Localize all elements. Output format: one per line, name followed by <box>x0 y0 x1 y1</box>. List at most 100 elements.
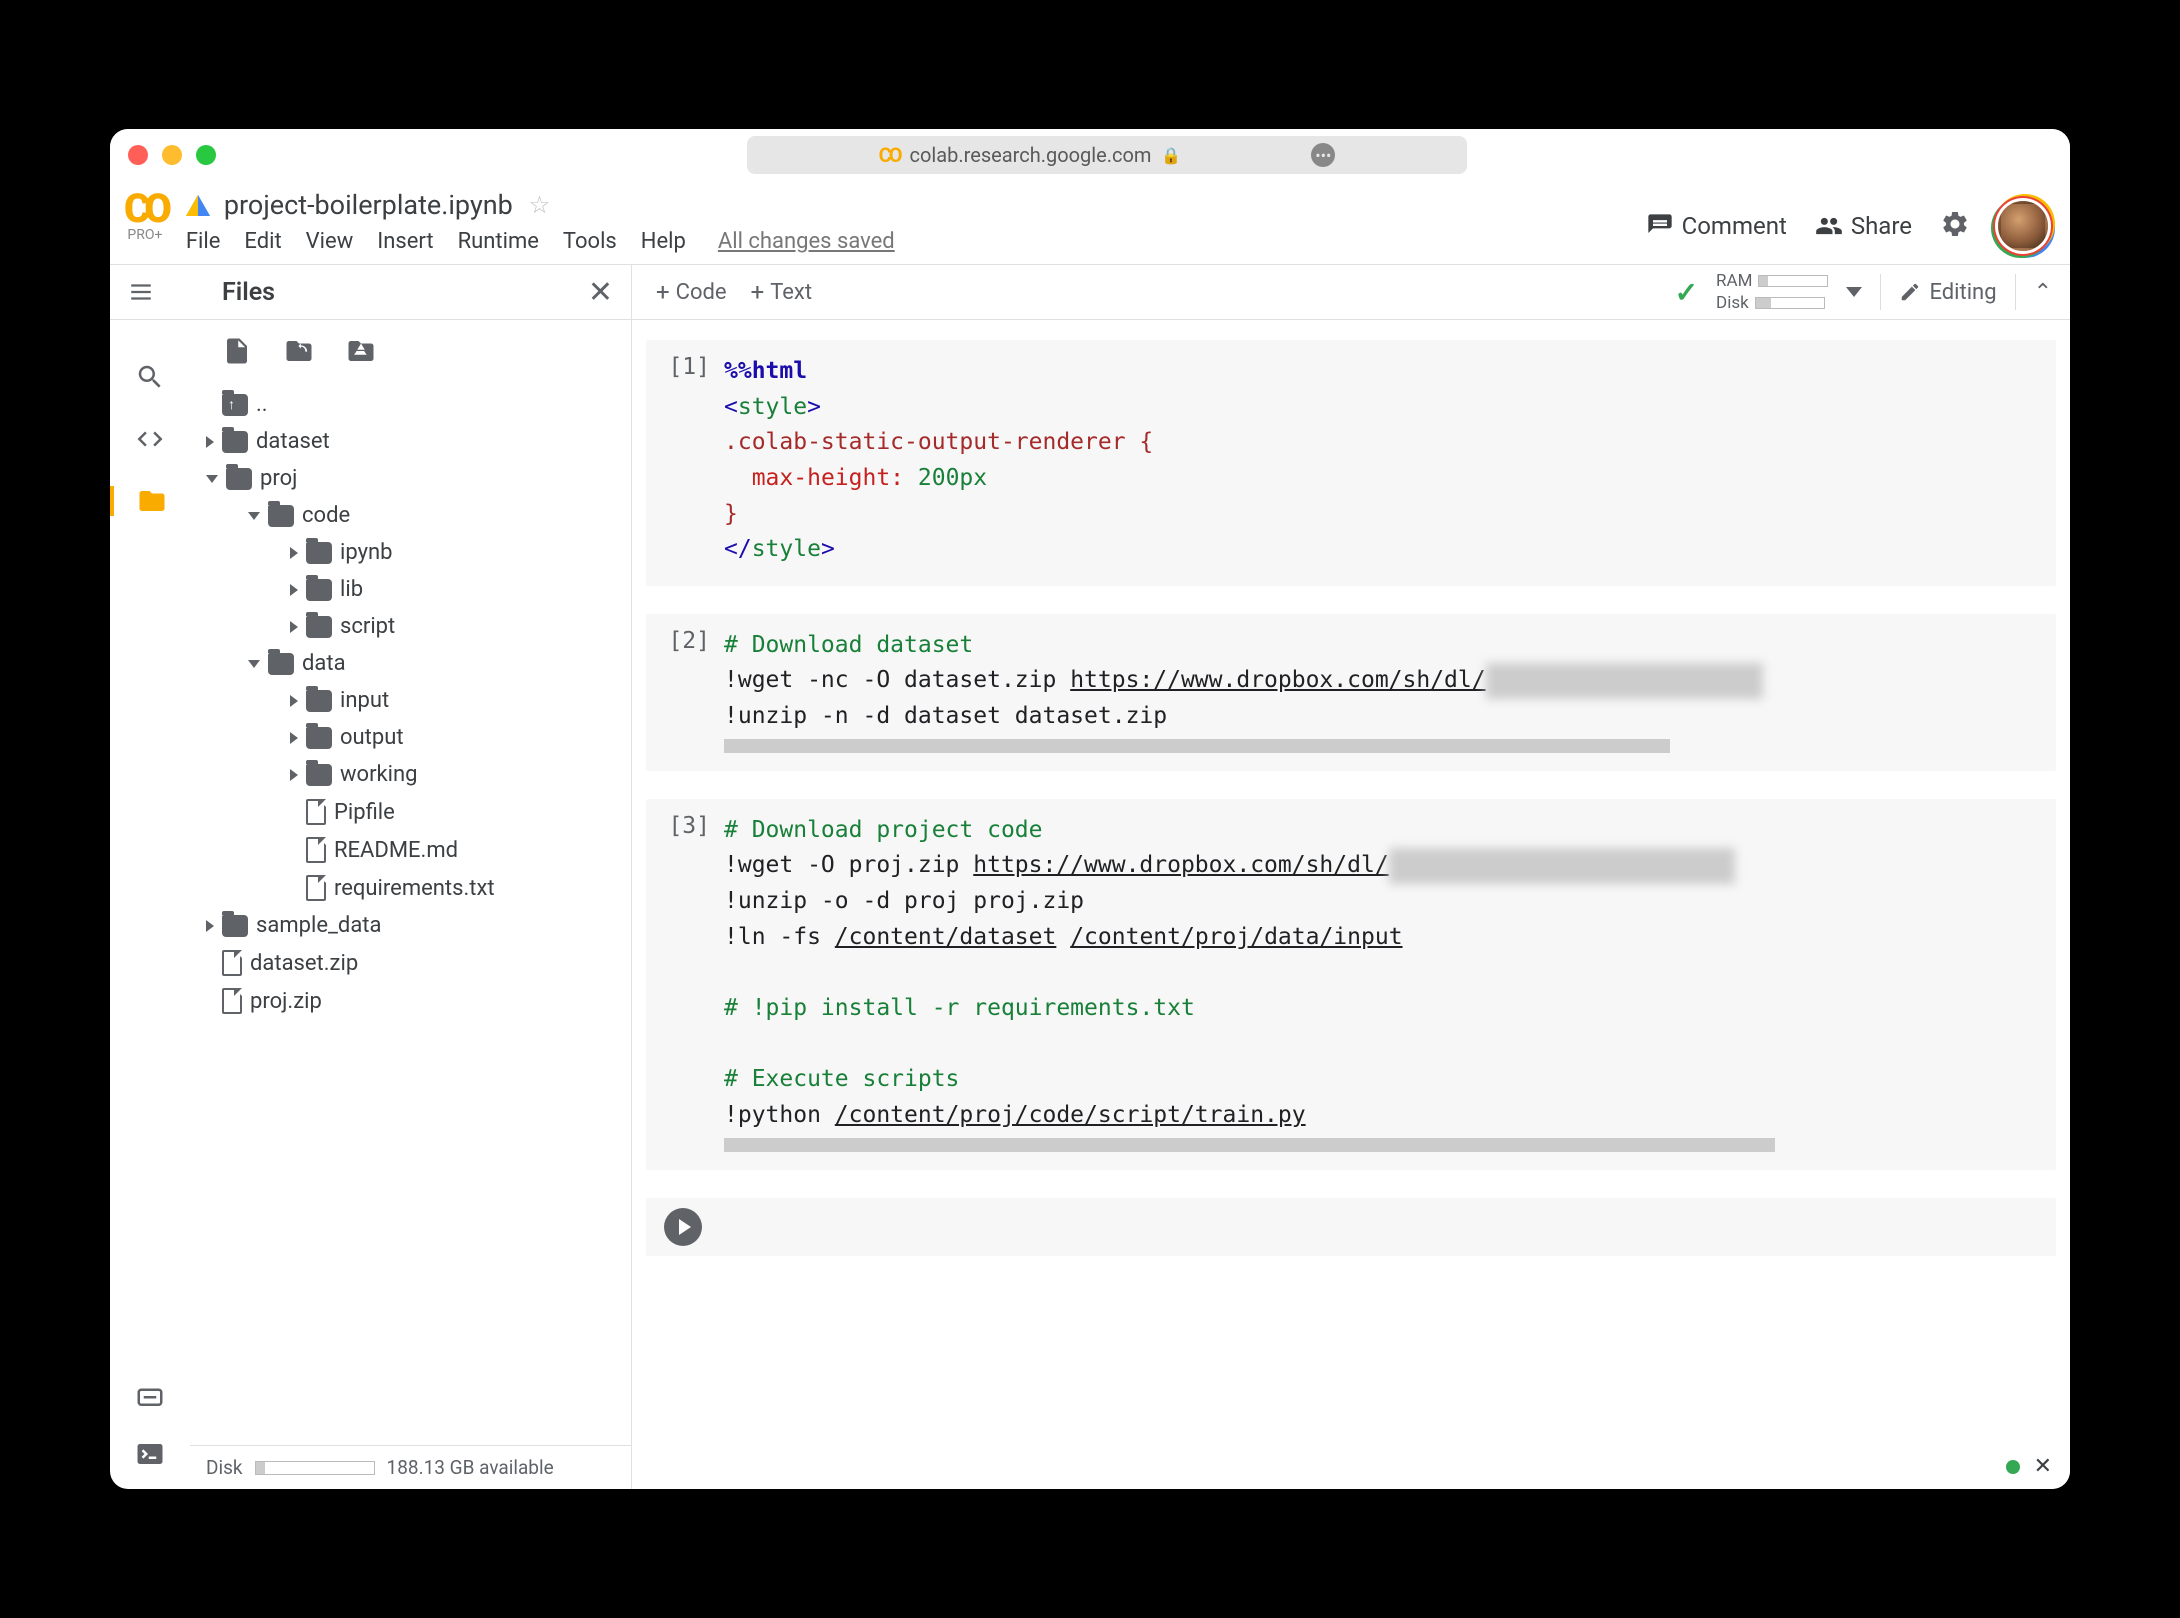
menu-insert[interactable]: Insert <box>377 229 433 254</box>
menu-tools[interactable]: Tools <box>563 229 617 254</box>
rail-files[interactable] <box>110 486 190 516</box>
check-icon: ✓ <box>1675 276 1698 309</box>
drive-icon <box>186 195 210 216</box>
editing-mode-button[interactable]: Editing <box>1899 280 1996 305</box>
window-maximize-button[interactable] <box>196 145 216 165</box>
files-sidebar: ↑..dataset proj codeipynblibscriptdata inpu… <box>190 320 632 1489</box>
disk-footer: Disk 188.13 GB available <box>190 1445 631 1489</box>
folder-icon <box>268 653 294 675</box>
tree-item[interactable]: sample_data <box>198 907 623 944</box>
close-panel-button[interactable]: ✕ <box>588 275 613 310</box>
tree-item[interactable]: code <box>198 497 623 534</box>
menu-help[interactable]: Help <box>641 229 686 254</box>
runtime-dropdown-icon[interactable] <box>1846 287 1862 297</box>
tree-item[interactable]: input <box>198 682 623 719</box>
folder-icon <box>306 579 332 601</box>
tree-item[interactable]: dataset.zip <box>198 944 623 982</box>
expand-arrow-icon[interactable] <box>248 512 260 520</box>
tree-item[interactable]: requirements.txt <box>198 869 623 907</box>
tree-item-label: input <box>340 688 389 713</box>
separator <box>2015 274 2016 310</box>
tree-item[interactable]: ipynb <box>198 534 623 571</box>
tree-item[interactable]: README.md <box>198 831 623 869</box>
tree-item[interactable]: proj <box>198 460 623 497</box>
mount-drive-button[interactable] <box>346 336 376 370</box>
plus-icon: + <box>656 278 670 306</box>
tree-item-label: README.md <box>334 838 458 863</box>
file-tree[interactable]: ↑..dataset proj codeipynblibscriptdata inpu… <box>190 386 631 1445</box>
window-minimize-button[interactable] <box>162 145 182 165</box>
lock-icon: 🔒 <box>1161 146 1181 165</box>
toolbar: Files ✕ + Code + Text ✓ RAM Disk Editing <box>110 264 2070 320</box>
traffic-lights <box>128 145 216 165</box>
colab-favicon-icon: CO <box>879 143 900 167</box>
notebook-title[interactable]: project-boilerplate.ipynb <box>224 189 513 221</box>
url-bar[interactable]: CO colab.research.google.com 🔒 ••• <box>747 136 1467 174</box>
upload-file-button[interactable] <box>222 336 252 370</box>
folder-icon <box>222 431 248 453</box>
kernel-status-icon <box>2006 1460 2020 1474</box>
menu-view[interactable]: View <box>306 229 354 254</box>
empty-cell[interactable] <box>646 1198 2056 1256</box>
expand-arrow-icon[interactable] <box>290 695 298 707</box>
tree-item[interactable]: ↑.. <box>198 386 623 423</box>
menu-file[interactable]: File <box>186 229 221 254</box>
add-text-button[interactable]: + Text <box>751 278 812 306</box>
tree-item[interactable]: working <box>198 756 623 793</box>
tree-item-label: proj <box>260 466 297 491</box>
folder-icon <box>268 505 294 527</box>
folder-icon <box>137 486 167 516</box>
rail-snippets[interactable] <box>110 424 190 454</box>
code-editor[interactable]: # Download dataset!wget -nc -O dataset.z… <box>724 628 2038 735</box>
user-avatar[interactable] <box>1998 201 2048 251</box>
horizontal-scrollbar[interactable] <box>724 739 1670 753</box>
tree-item[interactable]: proj.zip <box>198 982 623 1020</box>
code-cell[interactable]: [2]# Download dataset!wget -nc -O datase… <box>646 614 2056 771</box>
reader-icon[interactable]: ••• <box>1311 143 1335 167</box>
expand-arrow-icon[interactable] <box>290 769 298 781</box>
rail-search[interactable] <box>110 362 190 392</box>
code-cell[interactable]: [3]# Download project code!wget -O proj.… <box>646 799 2056 1170</box>
expand-arrow-icon[interactable] <box>290 547 298 559</box>
tree-item[interactable]: output <box>198 719 623 756</box>
code-editor[interactable]: %%html<style>.colab-static-output-render… <box>724 354 2038 568</box>
folder-icon <box>306 542 332 564</box>
resource-monitor[interactable]: RAM Disk <box>1716 271 1828 313</box>
menu-edit[interactable]: Edit <box>244 229 281 254</box>
rail-terminal[interactable] <box>135 1439 165 1469</box>
pencil-icon <box>1899 281 1921 303</box>
cell-execution-count: [1] <box>664 354 724 568</box>
window-close-button[interactable] <box>128 145 148 165</box>
colab-logo[interactable]: CO PRO+ <box>124 193 166 243</box>
tree-item[interactable]: dataset <box>198 423 623 460</box>
star-icon[interactable]: ☆ <box>529 191 551 219</box>
add-code-button[interactable]: + Code <box>656 278 727 306</box>
expand-arrow-icon[interactable] <box>206 475 218 483</box>
rail-command[interactable] <box>135 1381 165 1411</box>
run-cell-button[interactable] <box>664 1208 702 1246</box>
tree-item[interactable]: data <box>198 645 623 682</box>
tree-item[interactable]: script <box>198 608 623 645</box>
expand-arrow-icon[interactable] <box>248 660 260 668</box>
interrupt-button[interactable]: ✕ <box>2034 1454 2052 1479</box>
collapse-header-button[interactable]: ⌃ <box>2034 280 2052 305</box>
horizontal-scrollbar[interactable] <box>724 1138 1775 1152</box>
toc-icon[interactable] <box>128 279 154 305</box>
expand-arrow-icon[interactable] <box>290 621 298 633</box>
tree-item[interactable]: lib <box>198 571 623 608</box>
code-cell[interactable]: [1]%%html<style>.colab-static-output-ren… <box>646 340 2056 586</box>
share-button[interactable]: Share <box>1815 212 1912 240</box>
expand-arrow-icon[interactable] <box>290 584 298 596</box>
expand-arrow-icon[interactable] <box>206 436 214 448</box>
comment-button[interactable]: Comment <box>1646 212 1787 240</box>
editing-label: Editing <box>1929 280 1996 305</box>
folder-icon <box>306 616 332 638</box>
notebook-content[interactable]: [1]%%html<style>.colab-static-output-ren… <box>632 320 2070 1489</box>
expand-arrow-icon[interactable] <box>290 732 298 744</box>
code-editor[interactable]: # Download project code!wget -O proj.zip… <box>724 813 2038 1134</box>
refresh-button[interactable] <box>284 336 314 370</box>
expand-arrow-icon[interactable] <box>206 920 214 932</box>
menu-runtime[interactable]: Runtime <box>458 229 539 254</box>
settings-button[interactable] <box>1940 209 1970 243</box>
tree-item[interactable]: Pipfile <box>198 793 623 831</box>
